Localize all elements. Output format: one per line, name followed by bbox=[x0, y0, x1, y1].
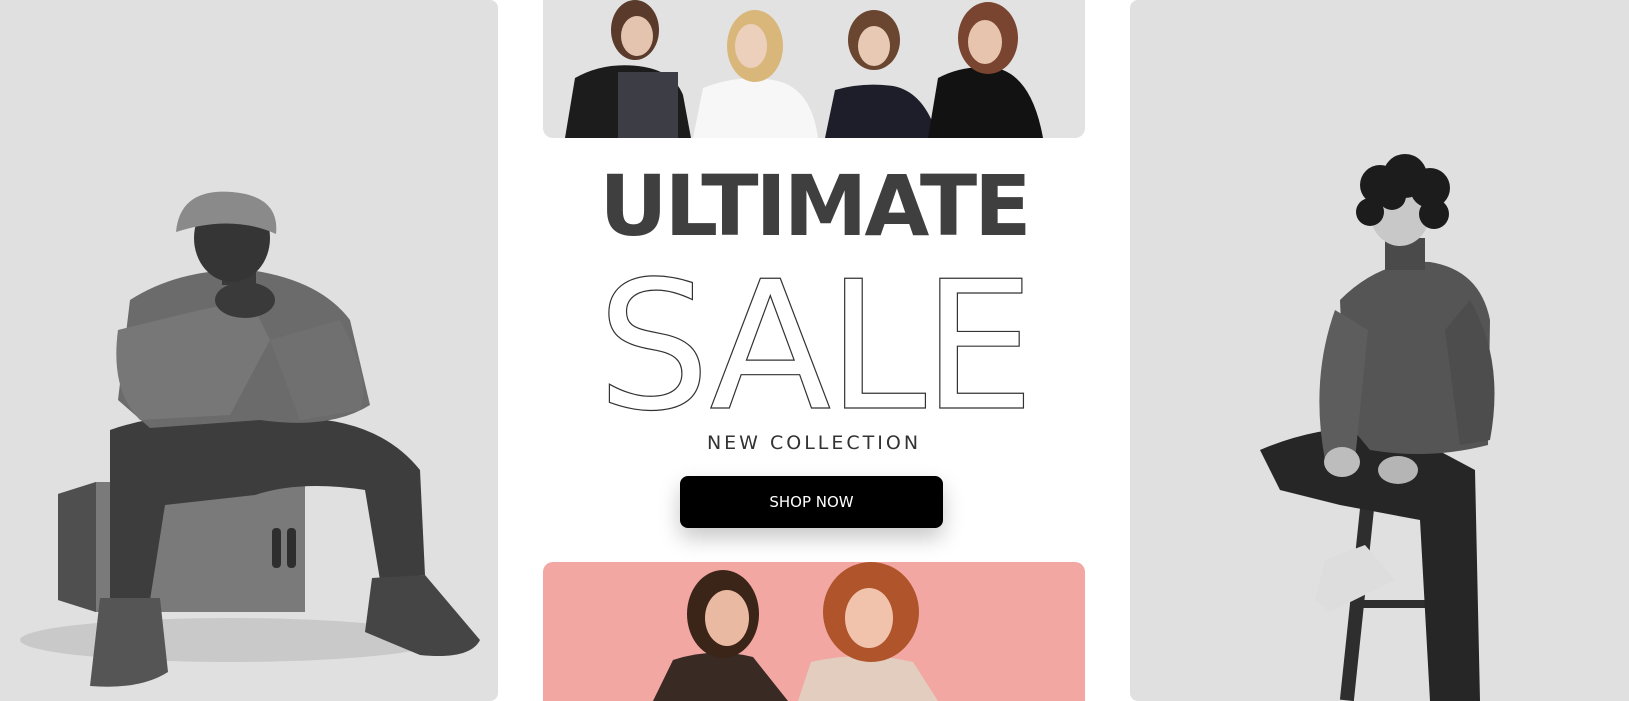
sale-banner: ULTIMATE SALE NEW COLLECTION SHOP NOW bbox=[543, 138, 1085, 562]
headline: ULTIMATE bbox=[599, 157, 1031, 255]
top-group-photo bbox=[543, 0, 1085, 138]
man-seated-on-box-illustration bbox=[20, 191, 480, 687]
sale-outline-text: SALE bbox=[597, 270, 1036, 420]
sale-text: SALE bbox=[597, 270, 1031, 420]
left-model-photo bbox=[0, 0, 498, 701]
shop-now-button[interactable]: SHOP NOW bbox=[680, 476, 943, 528]
subheadline: NEW COLLECTION bbox=[706, 432, 922, 454]
right-model-photo bbox=[1130, 0, 1629, 701]
man-on-stool-illustration bbox=[1260, 154, 1495, 701]
two-women-illustration bbox=[653, 562, 938, 701]
four-women-illustration bbox=[565, 0, 1043, 138]
bottom-duo-photo bbox=[543, 562, 1085, 701]
